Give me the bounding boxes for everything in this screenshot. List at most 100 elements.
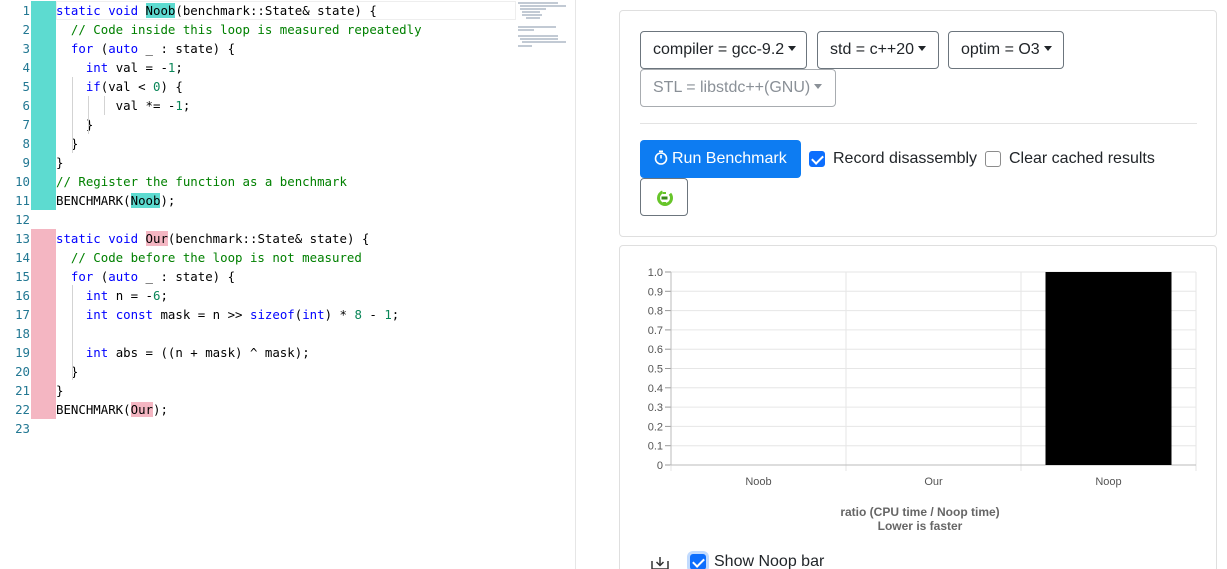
code-token: } — [56, 383, 64, 398]
noob-benchmark-marker — [31, 134, 56, 153]
code-token: ( — [93, 41, 109, 56]
y-tick-label: 0 — [657, 460, 663, 472]
code-token: for — [70, 269, 94, 284]
editor-minimap[interactable] — [516, 2, 568, 47]
code-token: ; — [175, 60, 183, 75]
code-token: Our — [130, 402, 153, 417]
chevron-down-icon — [788, 46, 797, 51]
code-token: const — [115, 307, 153, 322]
optim-dropdown[interactable]: optim = O3 — [948, 31, 1064, 69]
y-tick-label: 0.1 — [648, 441, 663, 453]
code-token: ( — [93, 269, 109, 284]
code-token: 1 — [175, 98, 183, 113]
benchmark-results-chart: 0 0.1 0.2 0.3 0.4 0.5 0.6 0.7 0.8 0.9 1.0 Noob Our No… — [648, 267, 1197, 488]
line-number: 17 — [15, 307, 30, 322]
line-number: 19 — [15, 345, 30, 360]
line-number: 21 — [15, 383, 30, 398]
code-token: - — [361, 307, 385, 322]
code-line[interactable]: // Code inside this loop is measured rep… — [56, 20, 422, 39]
noob-benchmark-marker — [31, 115, 56, 134]
chevron-down-icon — [918, 46, 927, 51]
clear-cache-label[interactable]: Clear cached results — [1009, 150, 1155, 168]
code-line[interactable]: // Register the function as a benchmark — [56, 172, 347, 191]
code-token: 8 — [354, 307, 362, 322]
noob-benchmark-marker — [31, 191, 56, 210]
code-token: void — [108, 3, 146, 18]
code-line[interactable]: int val = -1; — [56, 58, 183, 77]
code-token: val = - — [108, 60, 168, 75]
code-token: } — [56, 155, 64, 170]
code-line[interactable]: } — [56, 381, 63, 400]
show-noop-checkbox[interactable] — [690, 554, 706, 569]
record-disassembly-label[interactable]: Record disassembly — [833, 150, 977, 168]
compiler-dropdown[interactable]: compiler = gcc-9.2 — [640, 31, 807, 69]
code-line[interactable]: } — [56, 153, 63, 172]
code-token: ); — [153, 402, 168, 417]
line-number: 15 — [15, 269, 30, 284]
y-tick-label: 0.7 — [648, 325, 663, 337]
code-token: 1 — [384, 307, 392, 322]
y-tick-label: 0.8 — [648, 306, 663, 318]
code-line[interactable]: if(val < 0) { — [56, 77, 183, 96]
code-line[interactable]: val *= -1; — [56, 96, 191, 115]
download-icon[interactable] — [651, 556, 669, 569]
line-number: 9 — [22, 155, 30, 170]
code-line[interactable]: BENCHMARK(Noob); — [56, 191, 175, 210]
stopwatch-icon — [654, 150, 668, 165]
code-token: static — [56, 3, 109, 18]
code-editor[interactable]: 1 2 3 4 5 6 7 8 9 10 11 12 13 14 15 16 17 18 19 20 21 22 23 st… — [0, 0, 576, 569]
code-line[interactable]: int const mask = n >> sizeof(int) * 8 - … — [56, 305, 399, 324]
code-token: ) { — [160, 79, 183, 94]
line-number: 22 — [15, 402, 30, 417]
code-token: BENCHMARK( — [56, 193, 131, 208]
indent-guide — [72, 77, 73, 153]
our-benchmark-marker — [31, 381, 56, 400]
line-number: 2 — [22, 22, 30, 37]
our-benchmark-marker — [31, 248, 56, 267]
code-token: ); — [160, 193, 176, 208]
clear-cache-checkbox[interactable] — [985, 151, 1001, 167]
our-benchmark-marker — [31, 362, 56, 381]
code-line[interactable]: } — [56, 134, 78, 153]
code-line[interactable]: } — [56, 362, 78, 381]
code-token: Noob — [145, 3, 176, 18]
std-dropdown[interactable]: std = c++20 — [817, 31, 939, 69]
x-tick-label: Noob — [745, 476, 771, 488]
chevron-down-icon — [1043, 46, 1052, 51]
noob-benchmark-marker — [31, 1, 56, 20]
code-line[interactable]: BENCHMARK(Our); — [56, 400, 168, 419]
chart-x-axis-subtitle: Lower is faster — [877, 519, 963, 533]
code-token: Noob — [130, 193, 161, 208]
line-number: 1 — [22, 3, 30, 18]
x-tick-label: Our — [924, 476, 943, 488]
code-token: int — [85, 345, 109, 360]
chart-x-axis-title: ratio (CPU time / Noop time) — [840, 505, 1000, 519]
code-line[interactable]: static void Our(benchmark::State& state)… — [56, 229, 369, 248]
code-token: int — [302, 307, 325, 322]
line-number: 4 — [22, 60, 30, 75]
line-number: 13 — [15, 231, 30, 246]
code-line[interactable]: for (auto _ : state) { — [56, 267, 235, 286]
record-disassembly-checkbox[interactable] — [809, 151, 825, 167]
line-number: 20 — [15, 364, 30, 379]
code-token: n = - — [108, 288, 153, 303]
code-line[interactable]: for (auto _ : state) { — [56, 39, 235, 58]
y-tick-label: 1.0 — [648, 267, 663, 279]
compiler-explorer-button[interactable] — [640, 178, 688, 216]
x-tick-label: Noop — [1095, 476, 1121, 488]
show-noop-label[interactable]: Show Noop bar — [714, 553, 824, 569]
code-line[interactable]: static void Noob(benchmark::State& state… — [56, 1, 377, 20]
noob-benchmark-marker — [31, 96, 56, 115]
code-line[interactable]: int abs = ((n + mask) ^ mask); — [56, 343, 310, 362]
code-line[interactable]: // Code before the loop is not measured — [56, 248, 362, 267]
run-benchmark-button[interactable]: Run Benchmark — [640, 140, 801, 178]
code-token: (benchmark::State& state) { — [175, 3, 377, 18]
stl-dropdown[interactable]: STL = libstdc++(GNU) — [640, 69, 836, 107]
